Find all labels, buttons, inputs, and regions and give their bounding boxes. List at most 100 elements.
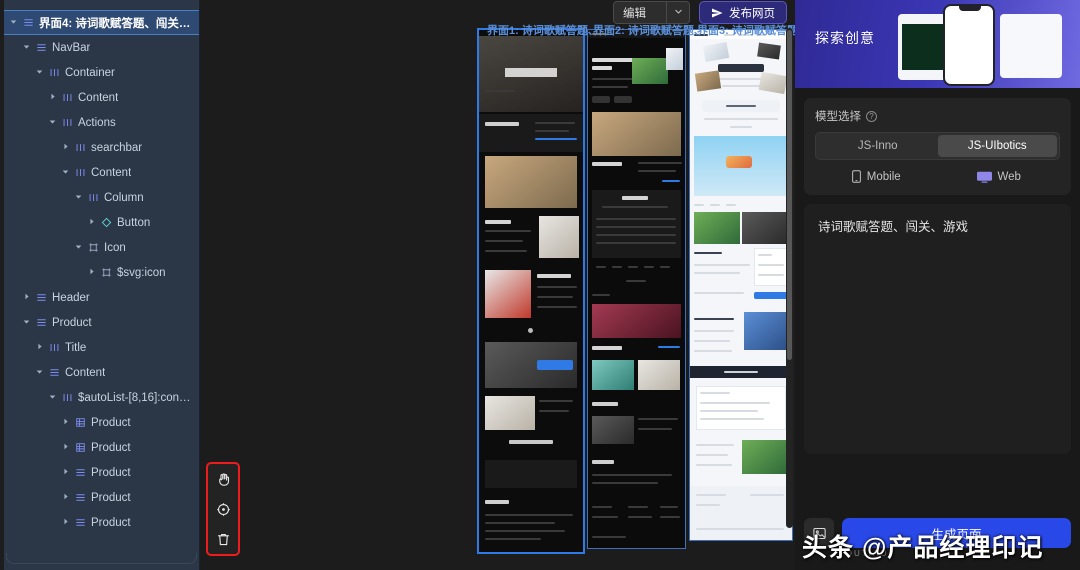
model-select-label-row: 模型选择 ? <box>815 108 1060 124</box>
tree-node-label: Product <box>91 516 131 529</box>
target-icon[interactable] <box>212 498 234 520</box>
chevron-down-icon[interactable] <box>21 318 31 327</box>
trash-icon[interactable] <box>212 528 234 550</box>
chevron-down-icon[interactable] <box>34 368 44 377</box>
tree-node-label: Icon <box>104 241 126 254</box>
tree-node-product[interactable]: Product <box>0 435 199 460</box>
tree-node-navbar[interactable]: NavBar <box>0 35 199 60</box>
tree-node-label: NavBar <box>52 41 91 54</box>
tree-node-title[interactable]: Title <box>0 335 199 360</box>
artboard-tabstrip: 界面1: 诗词歌赋答题、 界面2: 诗词歌赋答题、 界面3: 诗词歌赋答题、 界… <box>200 22 795 36</box>
artboard-3[interactable] <box>689 29 793 541</box>
chevron-down-icon[interactable] <box>47 118 57 127</box>
promo-banner: 探索创意 <box>795 0 1080 88</box>
columns-icon <box>87 191 100 204</box>
send-icon <box>711 7 723 19</box>
image-icon[interactable] <box>804 518 834 548</box>
question-icon[interactable]: ? <box>866 110 877 122</box>
tree-node-label: Product <box>91 416 131 429</box>
chevron-right-icon[interactable] <box>21 293 31 302</box>
chevron-down-icon[interactable] <box>47 393 57 402</box>
chevron-right-icon[interactable] <box>47 93 57 102</box>
tree-node-svg-icon[interactable]: $svg:icon <box>0 260 199 285</box>
columns-icon <box>61 91 74 104</box>
canvas-vertical-scrollbar[interactable] <box>786 28 793 528</box>
chevron-down-icon[interactable] <box>73 193 83 202</box>
tree-node-container[interactable]: Container <box>0 60 199 85</box>
tree-node-label: $svg:icon <box>117 266 166 279</box>
model-option-js-inno[interactable]: JS-Inno <box>818 135 938 157</box>
generate-page-button[interactable]: 生成页面 <box>842 518 1071 548</box>
layers-icon <box>74 491 87 504</box>
tree-node-content[interactable]: Content <box>0 360 199 385</box>
tree-node-actions[interactable]: Actions <box>0 110 199 135</box>
hand-icon[interactable] <box>212 468 234 490</box>
columns-icon <box>48 66 61 79</box>
chevron-down-icon[interactable] <box>60 168 70 177</box>
chevron-right-icon[interactable] <box>60 468 70 477</box>
chevron-right-icon[interactable] <box>60 518 70 527</box>
tree-node-product[interactable]: Product <box>0 310 199 335</box>
model-option-js-uibotics[interactable]: JS-UIbotics <box>937 135 1057 157</box>
artboard-tab-2[interactable]: 界面2: 诗词歌赋答题、 <box>593 22 705 36</box>
tree-node-header[interactable]: Header <box>0 285 199 310</box>
mode-select-value: 编辑 <box>623 7 646 20</box>
artboard-tab-3[interactable]: 界面3: 诗词歌赋答题、 <box>697 22 795 36</box>
layer-tree-list[interactable]: 界面4: 诗词歌赋答题、闯关、… NavBar Container Content Ac… <box>0 6 199 558</box>
tree-node-label: Header <box>52 291 90 304</box>
model-segmented-control[interactable]: JS-Inno JS-UIbotics <box>815 132 1060 160</box>
tree-node-label: Column <box>104 191 144 204</box>
tree-node-product[interactable]: Product <box>0 485 199 510</box>
tree-node-label: Product <box>52 316 92 329</box>
watermark-sub: TOUTIAO <box>839 549 889 558</box>
tree-node-button[interactable]: Button <box>0 210 199 235</box>
mode-select[interactable]: 编辑 <box>613 1 690 24</box>
chevron-down-icon[interactable] <box>73 243 83 252</box>
chevron-right-icon[interactable] <box>60 443 70 452</box>
chevron-right-icon[interactable] <box>60 493 70 502</box>
artboard-2[interactable] <box>587 29 686 549</box>
prompt-input-box[interactable]: 诗词歌赋答题、闯关、游戏 <box>804 204 1071 454</box>
tree-node-content[interactable]: Content <box>0 85 199 110</box>
tree-node-label: Content <box>65 366 106 379</box>
chevron-down-icon[interactable] <box>8 18 18 27</box>
design-canvas[interactable]: 编辑 发布网页 界面1: 诗词歌赋答题、 界面2: 诗词歌赋答题、 界面3: 诗… <box>200 0 795 570</box>
tree-node-icon[interactable]: Icon <box>0 235 199 260</box>
grid-icon <box>74 416 87 429</box>
publish-button[interactable]: 发布网页 <box>699 1 787 24</box>
artboard-1[interactable] <box>477 28 585 554</box>
platform-web[interactable]: Web <box>938 170 1061 183</box>
chevron-right-icon[interactable] <box>86 218 96 227</box>
layers-icon <box>74 516 87 529</box>
tree-node-label: Product <box>91 491 131 504</box>
tree-node-autolist-8-16-cont[interactable]: $autoList-[8,16]:cont… <box>0 385 199 410</box>
layers-icon <box>74 466 87 479</box>
chevron-right-icon[interactable] <box>60 418 70 427</box>
tree-node-label: Content <box>78 91 119 104</box>
layers-icon <box>22 16 35 29</box>
tree-node-searchbar[interactable]: searchbar <box>0 135 199 160</box>
chevron-down-icon[interactable] <box>21 43 31 52</box>
tree-node-4[interactable]: 界面4: 诗词歌赋答题、闯关、… <box>0 10 199 35</box>
chevron-down-icon[interactable] <box>667 7 689 18</box>
artboard-tab-1[interactable]: 界面1: 诗词歌赋答题、 <box>487 22 599 36</box>
tree-node-product[interactable]: Product <box>0 410 199 435</box>
columns-icon <box>74 166 87 179</box>
tree-node-column[interactable]: Column <box>0 185 199 210</box>
columns-icon <box>48 341 61 354</box>
tree-node-label: Title <box>65 341 87 354</box>
scrollbar-thumb[interactable] <box>787 30 792 360</box>
columns-icon <box>61 391 74 404</box>
tree-node-product[interactable]: Product <box>0 460 199 485</box>
chevron-right-icon[interactable] <box>60 143 70 152</box>
generate-action-row: 生成页面 <box>804 518 1071 548</box>
chevron-down-icon[interactable] <box>34 68 44 77</box>
tree-node-product[interactable]: Product <box>0 510 199 535</box>
floating-mini-toolbar[interactable] <box>206 462 240 556</box>
tree-node-content[interactable]: Content <box>0 160 199 185</box>
chevron-right-icon[interactable] <box>86 268 96 277</box>
chevron-right-icon[interactable] <box>34 343 44 352</box>
platform-mobile[interactable]: Mobile <box>815 170 938 183</box>
layers-icon <box>35 316 48 329</box>
app-root: 界面4: 诗词歌赋答题、闯关、… NavBar Container Content Ac… <box>0 0 1080 570</box>
